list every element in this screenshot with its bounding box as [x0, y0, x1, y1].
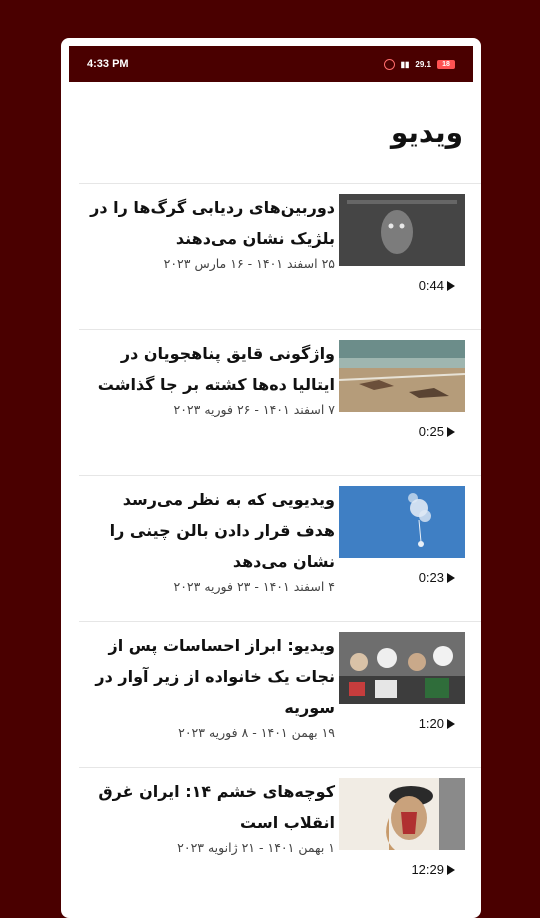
play-icon	[447, 426, 455, 437]
status-time: 4:33 PM	[87, 58, 129, 70]
list-item[interactable]: 12:29 کوچه‌های خشم ۱۴: ایران غرق انقلاب …	[79, 767, 481, 913]
video-date: ۱ بهمن ۱۴۰۱ - ۲۱ ژانویه ۲۰۲۳	[177, 840, 335, 855]
video-thumbnail[interactable]	[339, 778, 465, 850]
video-title[interactable]: کوچه‌های خشم ۱۴: ایران غرق انقلاب است	[85, 776, 335, 838]
network-speed: 29.1	[415, 59, 431, 69]
list-item[interactable]: 0:44 دوربین‌های ردیابی گرگ‌ها را در بلژی…	[79, 183, 481, 329]
video-duration: 0:25	[419, 424, 455, 439]
play-icon	[447, 864, 455, 875]
battery-icon: 18	[437, 59, 455, 69]
play-icon	[447, 280, 455, 291]
video-duration: 0:23	[419, 570, 455, 585]
video-duration: 12:29	[411, 862, 455, 877]
video-title[interactable]: دوربین‌های ردیابی گرگ‌ها را در بلژیک نشا…	[85, 192, 335, 254]
video-date: ۱۹ بهمن ۱۴۰۱ - ۸ فوریه ۲۰۲۳	[178, 725, 335, 740]
video-list: 0:44 دوربین‌های ردیابی گرگ‌ها را در بلژی…	[79, 183, 481, 913]
list-item[interactable]: 0:23 ویدیویی که به نظر می‌رسد هدف قرار د…	[79, 475, 481, 621]
status-bar: 4:33 PM ▮▮ 29.1 18	[69, 46, 473, 82]
video-thumbnail[interactable]	[339, 194, 465, 266]
list-item[interactable]: 1:20 ویدیو: ابراز احساسات پس از نجات یک …	[79, 621, 481, 767]
page-title: ویدیو	[390, 116, 463, 149]
status-icons: ▮▮ 29.1 18	[383, 58, 455, 70]
signal-icon: ▮▮	[400, 59, 410, 69]
play-icon	[447, 718, 455, 729]
play-icon	[447, 572, 455, 583]
video-thumbnail[interactable]	[339, 632, 465, 704]
video-duration: 0:44	[419, 278, 455, 293]
video-title[interactable]: ویدیو: ابراز احساسات پس از نجات یک خانوا…	[85, 630, 335, 723]
list-item[interactable]: 0:25 واژگونی قایق پناهجویان در ایتالیا د…	[79, 329, 481, 475]
video-thumbnail[interactable]	[339, 340, 465, 412]
video-date: ۷ اسفند ۱۴۰۱ - ۲۶ فوریه ۲۰۲۳	[173, 402, 335, 417]
video-title[interactable]: واژگونی قایق پناهجویان در ایتالیا ده‌ها …	[85, 338, 335, 400]
phone-frame: 4:33 PM ▮▮ 29.1 18 ویدیو 0:44	[61, 38, 481, 918]
alarm-icon	[383, 58, 395, 70]
video-thumbnail[interactable]	[339, 486, 465, 558]
video-date: ۴ اسفند ۱۴۰۱ - ۲۳ فوریه ۲۰۲۳	[173, 579, 335, 594]
video-title[interactable]: ویدیویی که به نظر می‌رسد هدف قرار دادن ب…	[85, 484, 335, 577]
video-date: ۲۵ اسفند ۱۴۰۱ - ۱۶ مارس ۲۰۲۳	[163, 256, 335, 271]
video-duration: 1:20	[419, 716, 455, 731]
